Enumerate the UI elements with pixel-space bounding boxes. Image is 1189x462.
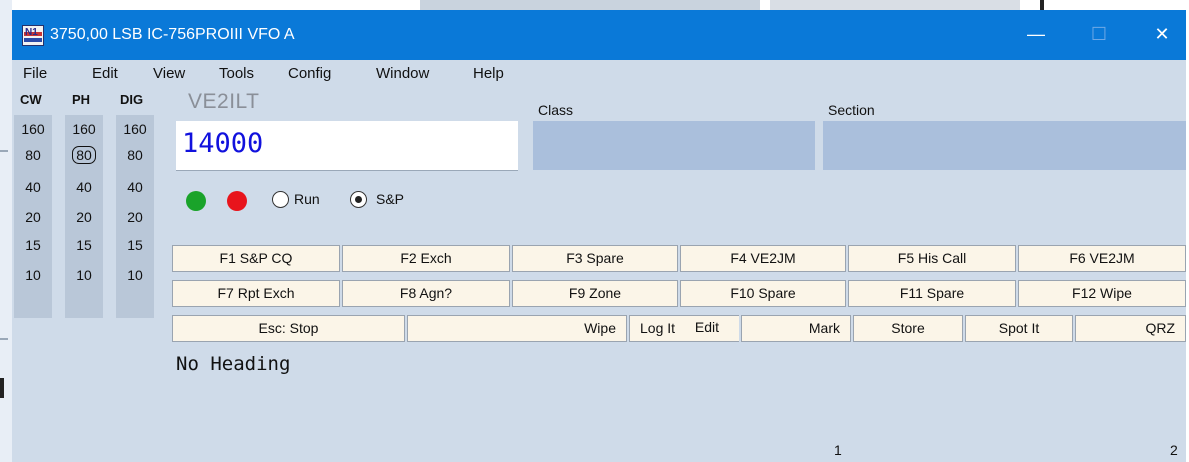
background-window-edge [420, 0, 760, 10]
band-ph-20[interactable]: 20 [65, 202, 103, 232]
qrz-button[interactable]: QRZ [1075, 315, 1186, 342]
desktop-background-left [0, 0, 12, 462]
status-number-2: 2 [1170, 442, 1178, 458]
class-field[interactable] [533, 121, 815, 170]
band-header-ph: PH [72, 92, 91, 107]
status-led-green-icon [186, 191, 206, 211]
menu-help[interactable]: Help [473, 65, 504, 82]
mark-button[interactable]: Mark [741, 315, 851, 342]
f4-button[interactable]: F4 VE2JM [680, 245, 846, 272]
logo-stripe [24, 38, 42, 42]
f9-button[interactable]: F9 Zone [512, 280, 678, 307]
sp-radio-label[interactable]: S&P [376, 191, 404, 207]
f8-button[interactable]: F8 Agn? [342, 280, 510, 307]
desktop-background-strip [0, 0, 1189, 10]
f2-button[interactable]: F2 Exch [342, 245, 510, 272]
band-dig-80[interactable]: 80 [116, 140, 154, 170]
menu-config[interactable]: Config [288, 65, 331, 82]
f3-button[interactable]: F3 Spare [512, 245, 678, 272]
sp-radio-button[interactable] [350, 191, 367, 208]
f11-button[interactable]: F11 Spare [848, 280, 1016, 307]
band-ph-15[interactable]: 15 [65, 230, 103, 260]
status-led-red-icon [227, 191, 247, 211]
title-bar[interactable]: N1 3750,00 LSB IC-756PROIII VFO A — ☐ ✕ [12, 10, 1186, 60]
run-radio-label[interactable]: Run [294, 191, 320, 207]
wipe-button[interactable]: Wipe [407, 315, 627, 342]
f5-button[interactable]: F5 His Call [848, 245, 1016, 272]
band-cw-15[interactable]: 15 [14, 230, 52, 260]
radio-selected-dot [355, 196, 362, 203]
f1-button[interactable]: F1 S&P CQ [172, 245, 340, 272]
f10-button[interactable]: F10 Spare [680, 280, 846, 307]
menu-edit[interactable]: Edit [92, 65, 118, 82]
section-label: Section [828, 102, 875, 118]
band-header-cw: CW [20, 92, 42, 107]
band-cw-20[interactable]: 20 [14, 202, 52, 232]
band-header-dig: DIG [120, 92, 144, 107]
menu-window[interactable]: Window [376, 65, 429, 82]
background-tick [0, 150, 8, 152]
band-dig-10[interactable]: 10 [116, 260, 154, 290]
maximize-button[interactable]: ☐ [1075, 10, 1123, 60]
band-column-ph: 160 80 40 20 15 10 [65, 115, 103, 318]
minimize-button[interactable]: — [1012, 10, 1060, 60]
app-logo-icon: N1 [22, 25, 44, 46]
band-cw-10[interactable]: 10 [14, 260, 52, 290]
band-ph-10[interactable]: 10 [65, 260, 103, 290]
background-tick [0, 378, 4, 398]
edit-button[interactable]: Edit [629, 315, 739, 342]
background-tick [0, 338, 8, 340]
logo-mark: N1 [25, 27, 38, 38]
background-window-edge [770, 0, 1020, 10]
heading-text: No Heading [176, 353, 291, 375]
class-label: Class [538, 102, 574, 118]
band-dig-15[interactable]: 15 [116, 230, 154, 260]
band-column-cw: 160 80 40 20 15 10 [14, 115, 52, 318]
band-ph-80-selected[interactable]: 80 [65, 140, 103, 170]
menu-file[interactable]: File [23, 65, 47, 82]
status-number-1: 1 [834, 442, 842, 458]
store-button[interactable]: Store [853, 315, 963, 342]
f7-button[interactable]: F7 Rpt Exch [172, 280, 340, 307]
entry-window: N1 3750,00 LSB IC-756PROIII VFO A — ☐ ✕ … [12, 10, 1186, 462]
section-field[interactable] [823, 121, 1186, 170]
operator-callsign: VE2ILT [188, 90, 260, 113]
call-entry-field[interactable]: 14000 [176, 121, 518, 171]
band-dig-40[interactable]: 40 [116, 172, 154, 202]
menu-bar: File Edit View Tools Config Window Help [12, 65, 612, 87]
band-dig-20[interactable]: 20 [116, 202, 154, 232]
band-ph-80-label: 80 [72, 146, 96, 164]
band-ph-40[interactable]: 40 [65, 172, 103, 202]
menu-view[interactable]: View [153, 65, 185, 82]
band-column-dig: 160 80 40 20 15 10 [116, 115, 154, 318]
esc-stop-button[interactable]: Esc: Stop [172, 315, 405, 342]
call-entry-value: 14000 [182, 128, 264, 159]
f12-button[interactable]: F12 Wipe [1018, 280, 1186, 307]
f6-button[interactable]: F6 VE2JM [1018, 245, 1186, 272]
background-window-edge [1040, 0, 1044, 10]
band-cw-80[interactable]: 80 [14, 140, 52, 170]
band-cw-40[interactable]: 40 [14, 172, 52, 202]
window-title: 3750,00 LSB IC-756PROIII VFO A [50, 26, 295, 43]
menu-tools[interactable]: Tools [219, 65, 254, 82]
close-button[interactable]: ✕ [1138, 10, 1186, 60]
run-radio-button[interactable] [272, 191, 289, 208]
spot-it-button[interactable]: Spot It [965, 315, 1073, 342]
